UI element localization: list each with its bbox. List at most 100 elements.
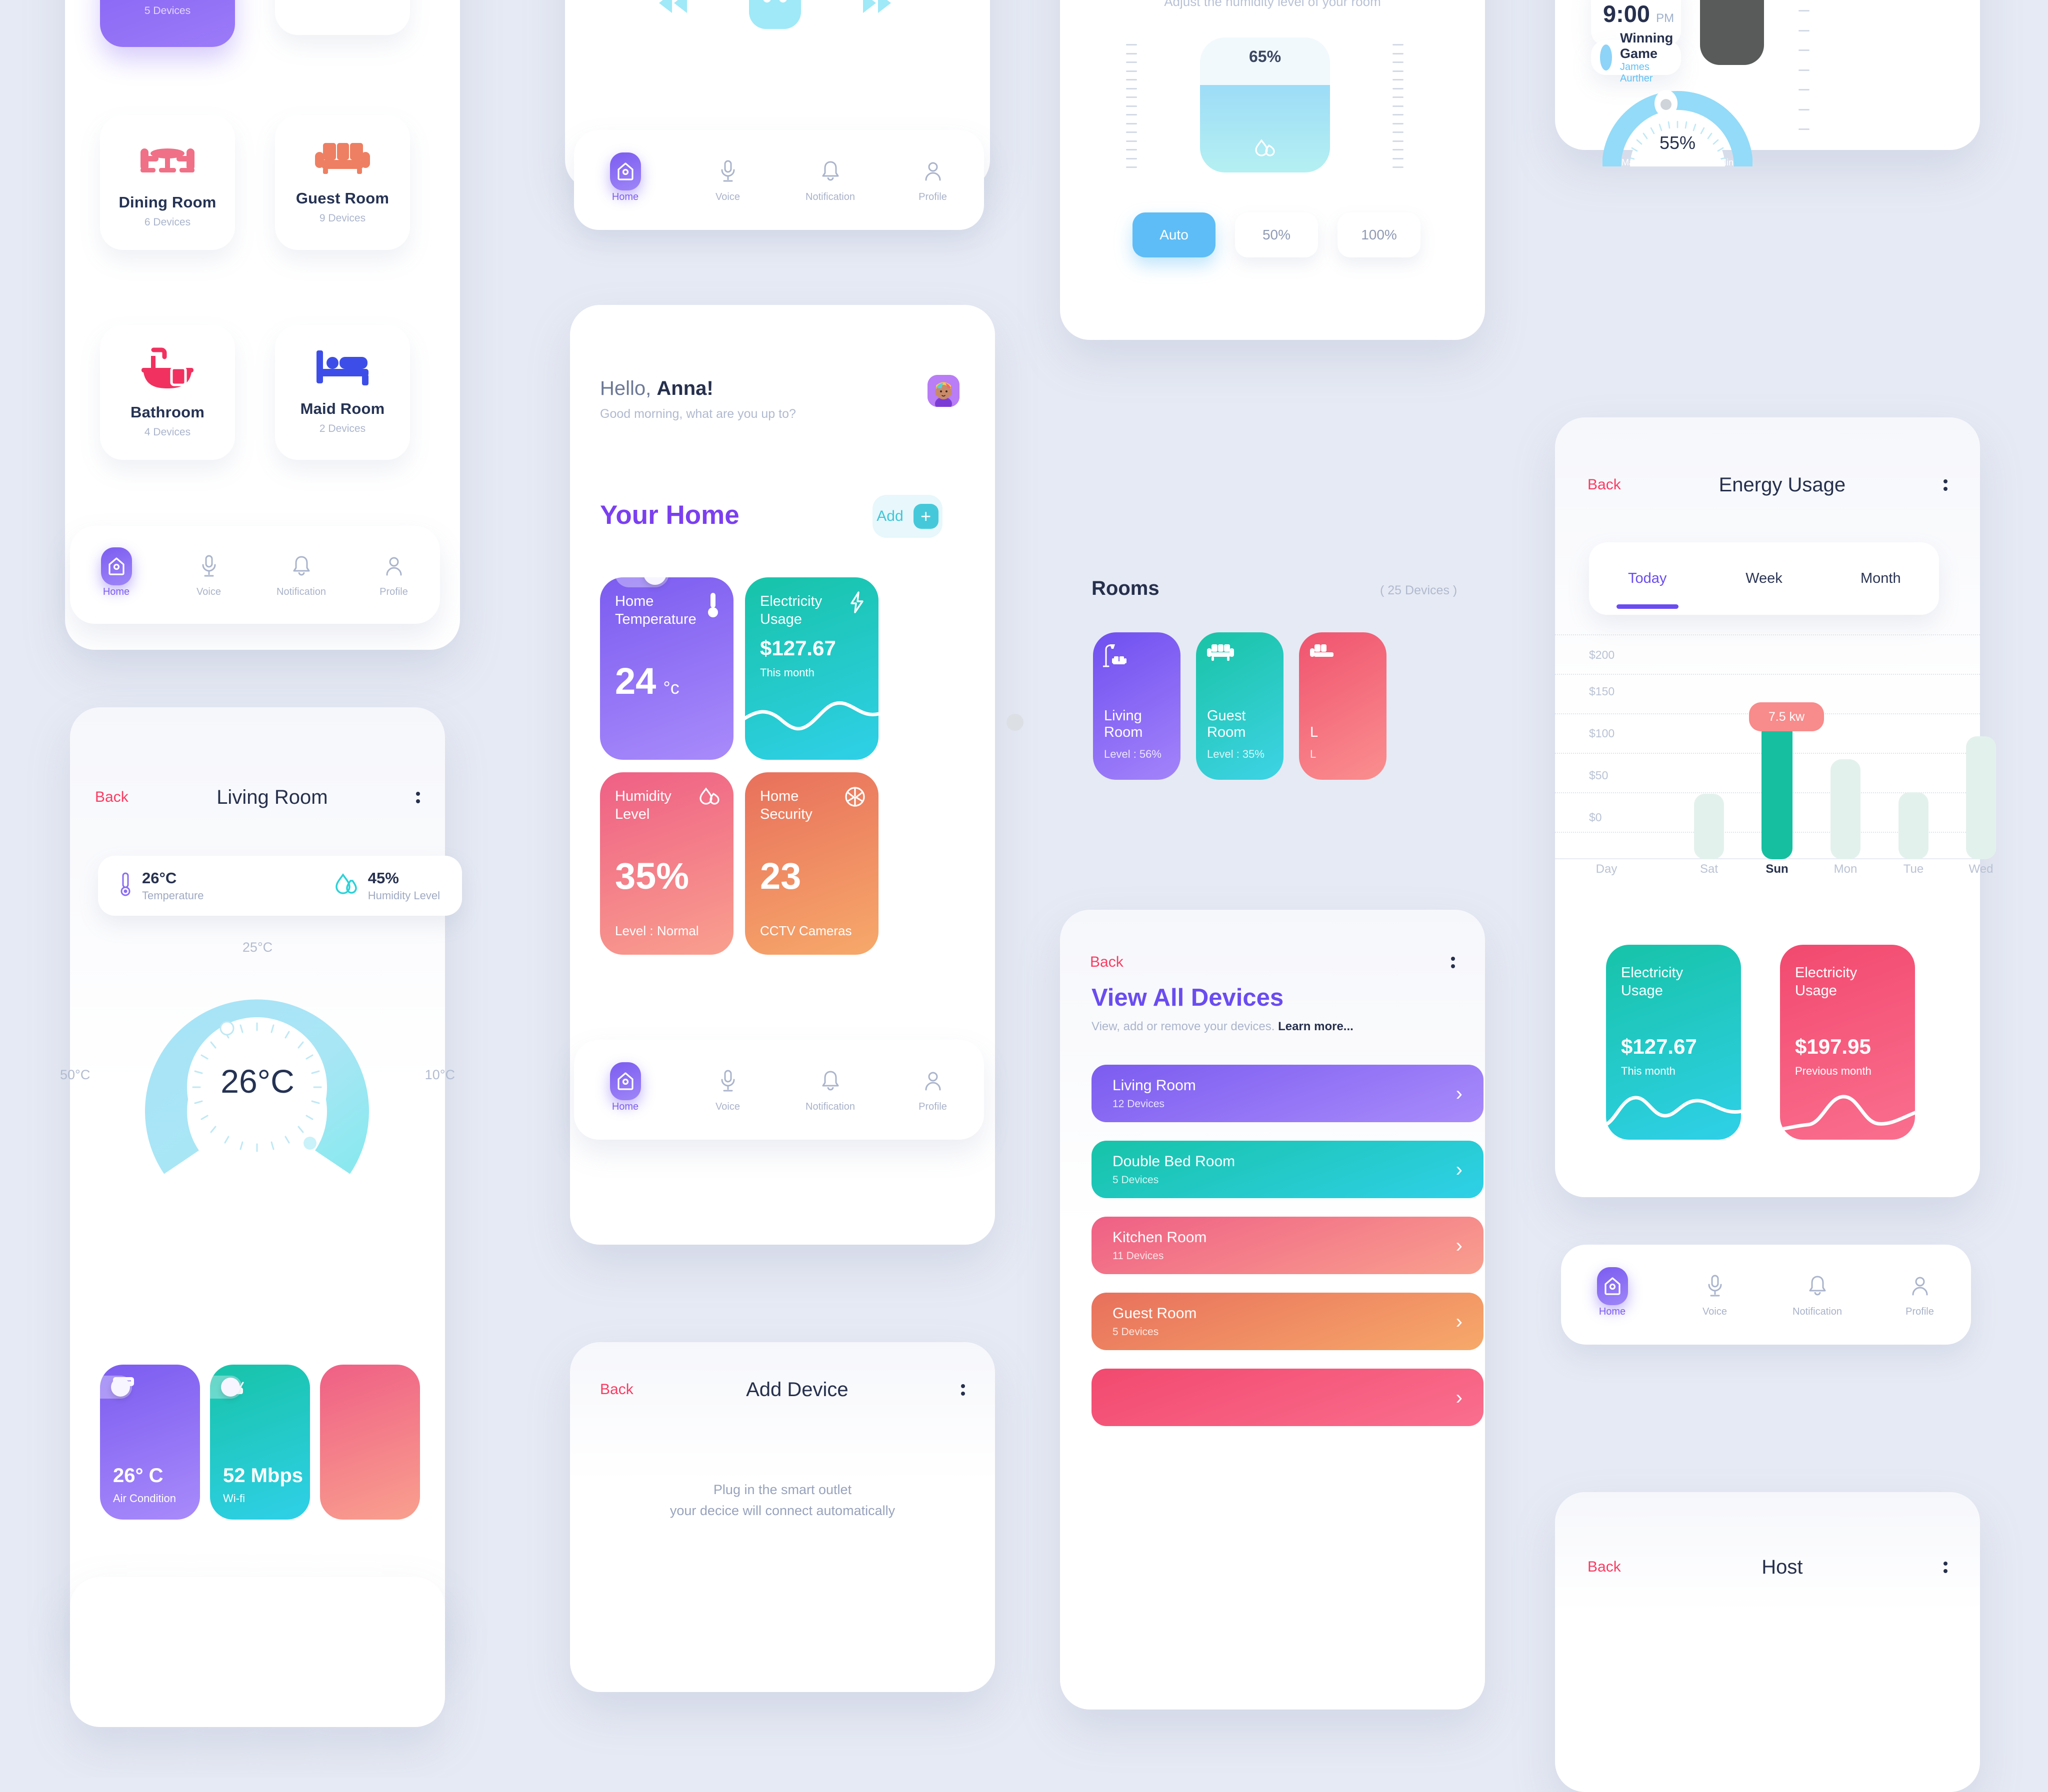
x-tick-mon: Mon	[1834, 862, 1858, 876]
nav-item-profile[interactable]: Profile	[348, 552, 440, 598]
nav-item-profile[interactable]: Profile	[882, 1067, 984, 1113]
droplet-icon	[335, 873, 357, 898]
device-row-partial[interactable]: ›	[1092, 1369, 1484, 1426]
nav-item-notification[interactable]: Notification	[779, 157, 882, 203]
song-title: Winning Game	[1620, 30, 1674, 61]
volume-dial[interactable]: 55% Max Min	[1602, 87, 1752, 167]
nav-item-home[interactable]: Home	[574, 1062, 676, 1113]
nav-item-voice[interactable]: Voice	[162, 552, 255, 598]
device-row-guest-room[interactable]: Guest Room 5 Devices ›	[1092, 1293, 1484, 1350]
now-playing-card[interactable]: Winning Game James Aurther	[1591, 30, 1681, 84]
tab-today[interactable]: Today	[1589, 570, 1706, 587]
nav-item-profile[interactable]: Profile	[882, 157, 984, 203]
device-row-living-room[interactable]: Living Room 12 Devices ›	[1092, 1065, 1484, 1122]
nav-item-notification[interactable]: Notification	[779, 1067, 882, 1113]
bottom-nav-rooms[interactable]: Home Voice Notification Profile	[70, 526, 440, 624]
nav-item-voice[interactable]: Voice	[676, 1067, 779, 1113]
rewind-icon[interactable]	[655, 0, 691, 17]
energy-range-tabs[interactable]: Today Week Month	[1589, 542, 1939, 615]
humidity-preset-auto[interactable]: Auto	[1132, 212, 1216, 257]
energy-card-previous-month[interactable]: Electricity Usage $197.95 Previous month	[1780, 945, 1915, 1140]
device-tile-partial[interactable]	[320, 1365, 420, 1520]
view-all-title: View All Devices	[1092, 984, 1284, 1012]
tile-humidity-level[interactable]: Humidity Level 35% Level : Normal	[600, 772, 734, 955]
microphone-icon	[720, 157, 736, 185]
scroll-indicator-dot[interactable]	[1006, 714, 1024, 731]
nav-item-voice[interactable]: Voice	[1664, 1272, 1766, 1318]
tab-month[interactable]: Month	[1822, 570, 1939, 587]
room-tile-guest-room[interactable]: Guest Room Level : 35%	[1196, 632, 1284, 780]
nav-item-notification[interactable]: Notification	[1766, 1272, 1868, 1318]
room-card-dining-room[interactable]: Dining Room 6 Devices	[100, 115, 235, 250]
tab-week[interactable]: Week	[1706, 570, 1822, 587]
tile-home-security[interactable]: Home Security 23 CCTV Cameras	[745, 772, 878, 955]
device-row-kitchen-room[interactable]: Kitchen Room 11 Devices ›	[1092, 1217, 1484, 1274]
device-row-double-bed-room[interactable]: Double Bed Room 5 Devices ›	[1092, 1141, 1484, 1198]
volume-max-label: Max	[1622, 157, 1639, 167]
room-tile-partial[interactable]: L L	[1299, 632, 1386, 780]
nav-item-home[interactable]: Home	[70, 547, 162, 598]
room-card-living-room[interactable]: Living Room 5 Devices	[100, 0, 235, 47]
more-options-icon[interactable]	[1450, 956, 1455, 968]
nav-item-home[interactable]: Home	[1561, 1267, 1664, 1318]
more-options-icon[interactable]	[1943, 1561, 1948, 1573]
tile-electricity-usage[interactable]: Electricity Usage $127.67 This month	[745, 577, 878, 760]
room-tile-name: Living Room	[1104, 708, 1143, 740]
forward-icon[interactable]	[859, 0, 895, 17]
more-options-icon[interactable]	[416, 791, 420, 803]
back-button[interactable]: Back	[95, 789, 128, 806]
tile-value: 35%	[615, 855, 690, 897]
view-all-title-accent: Devices	[1190, 984, 1284, 1011]
bottom-nav-energy[interactable]: Home Voice Notification Profile	[1561, 1245, 1971, 1345]
bar-sat[interactable]	[1694, 794, 1724, 859]
device-row-text: Guest Room 5 Devices	[1112, 1305, 1196, 1338]
device-tile-air-condition[interactable]: 26° C Air Condition	[100, 1365, 200, 1520]
back-button[interactable]: Back	[1090, 954, 1124, 971]
tile-home-temperature[interactable]: Home Temperature 24 °c	[600, 577, 734, 760]
nav-item-voice[interactable]: Voice	[676, 157, 779, 203]
room-tile-living-room[interactable]: Living Room Level : 56%	[1093, 632, 1180, 780]
bar-wed[interactable]	[1966, 736, 1996, 859]
add-button[interactable]: Add +	[872, 495, 942, 538]
room-tile-name: L	[1310, 724, 1318, 740]
bar-sun[interactable]	[1762, 714, 1792, 859]
device-row-text: Double Bed Room 5 Devices	[1112, 1153, 1235, 1186]
bar-mon[interactable]	[1830, 759, 1860, 859]
tile-value: 23	[760, 855, 802, 897]
more-options-icon[interactable]	[960, 1384, 965, 1396]
tile-subtitle: This month	[760, 666, 814, 679]
page-title: Host	[1762, 1556, 1803, 1578]
avatar[interactable]	[928, 375, 960, 407]
nav-item-notification[interactable]: Notification	[255, 552, 348, 598]
more-options-icon[interactable]	[1944, 479, 1948, 491]
room-card-maid-room[interactable]: Maid Room 2 Devices	[275, 325, 410, 460]
back-button[interactable]: Back	[1588, 476, 1621, 493]
pause-icon[interactable]	[749, 0, 801, 29]
room-card-guest-room[interactable]: Guest Room 9 Devices	[275, 115, 410, 250]
energy-card-this-month[interactable]: Electricity Usage $127.67 This month	[1606, 945, 1741, 1140]
home-temperature-toggle[interactable]	[615, 577, 669, 587]
humidity-preset-50[interactable]: 50%	[1235, 212, 1318, 257]
back-button[interactable]: Back	[1588, 1559, 1621, 1576]
section-title-prefix: Your	[600, 500, 666, 530]
bar-tue[interactable]	[1898, 792, 1928, 859]
humidity-slider[interactable]: 65%	[1200, 37, 1330, 172]
learn-more-link[interactable]: Learn more...	[1278, 1020, 1354, 1033]
room-card-bathroom[interactable]: Bathroom 4 Devices	[100, 325, 235, 460]
nav-label: Home	[612, 191, 639, 202]
stat-temperature: 26°C Temperature	[120, 869, 204, 902]
room-card-bedroom[interactable]: Bedroom 3 Devices	[275, 0, 410, 35]
temperature-dial[interactable]: 25°C 50°C 10°C 26°C	[60, 940, 455, 1190]
nav-item-profile[interactable]: Profile	[1868, 1272, 1971, 1318]
air-condition-toggle[interactable]	[100, 1376, 132, 1399]
humidity-preset-100[interactable]: 100%	[1338, 212, 1420, 257]
chevron-right-icon: ›	[1456, 1310, 1462, 1333]
device-tile-wifi[interactable]: 52 Mbps Wi-fi	[210, 1365, 310, 1520]
device-row-text: Living Room 12 Devices	[1112, 1077, 1196, 1110]
nav-item-home[interactable]: Home	[574, 152, 676, 203]
wifi-toggle[interactable]	[210, 1376, 242, 1399]
bottom-nav-media[interactable]: Home Voice Notification Profile	[574, 130, 984, 230]
media-controls[interactable]	[650, 0, 900, 40]
bottom-nav-home[interactable]: Home Voice Notification Profile	[574, 1040, 984, 1140]
back-button[interactable]: Back	[600, 1381, 634, 1398]
